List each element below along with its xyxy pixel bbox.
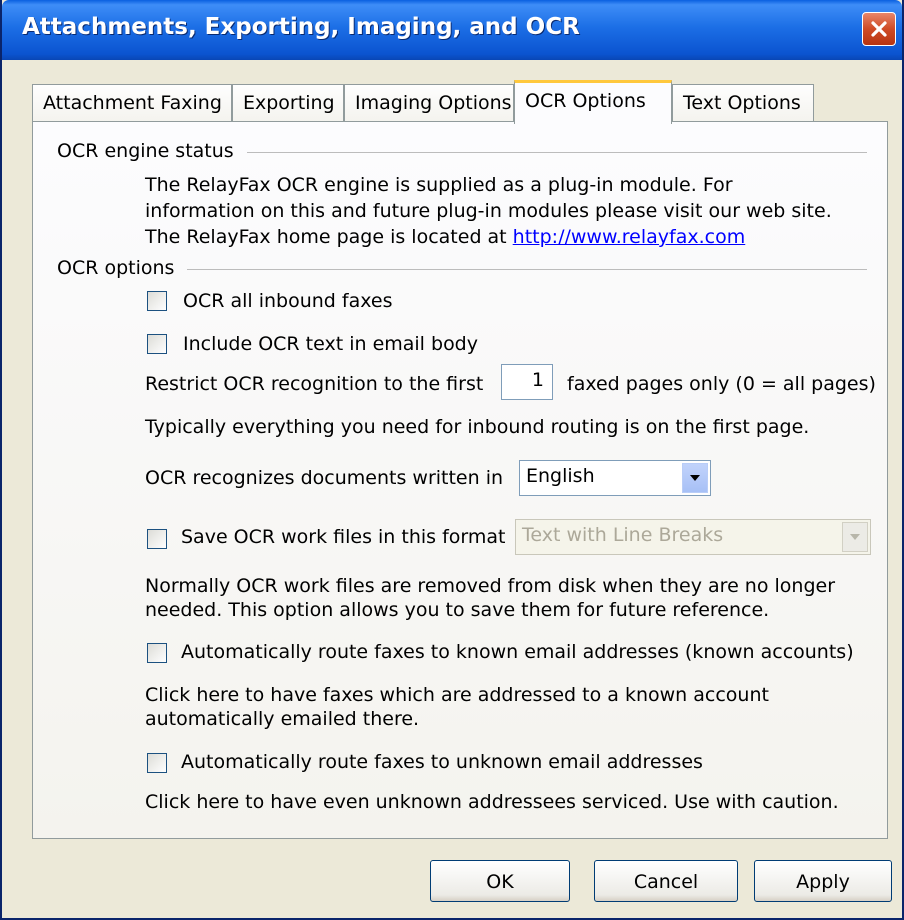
window-title: Attachments, Exporting, Imaging, and OCR [22, 14, 580, 40]
unknown-note: Click here to have even unknown addresse… [145, 791, 839, 813]
route-unknown-label[interactable]: Automatically route faxes to unknown ema… [181, 751, 703, 774]
route-known-label[interactable]: Automatically route faxes to known email… [181, 641, 854, 664]
save-format-value: Text with Line Breaks [522, 524, 724, 546]
restrict-ocr-prefix: Restrict OCR recognition to the first [145, 373, 484, 395]
home-page-link[interactable]: http://www.relayfax.com [513, 226, 746, 248]
known-note-line-2: automatically emailed there. [145, 708, 420, 730]
language-value: English [526, 465, 595, 487]
ocr-all-inbound-checkbox[interactable] [147, 291, 167, 311]
dialog-window: Attachments, Exporting, Imaging, and OCR… [0, 0, 904, 920]
cancel-button[interactable]: Cancel [594, 860, 738, 902]
tab-attachment-faxing[interactable]: Attachment Faxing [32, 84, 232, 122]
ocr-options-panel: OCR engine status The RelayFax OCR engin… [32, 121, 888, 839]
save-format-select: Text with Line Breaks [515, 519, 871, 555]
tab-strip: Attachment Faxing Exporting Imaging Opti… [32, 80, 882, 124]
restrict-ocr-note: Typically everything you need for inboun… [145, 416, 810, 438]
known-note-line-1: Click here to have faxes which are addre… [145, 684, 769, 706]
close-icon [871, 21, 887, 37]
save-note-line-2: needed. This option allows you to save t… [145, 599, 770, 621]
home-page-text: The RelayFax home page is located at [145, 226, 513, 248]
ocr-options-divider [187, 269, 867, 270]
chevron-down-icon[interactable] [682, 463, 708, 493]
apply-button[interactable]: Apply [754, 860, 892, 902]
language-label: OCR recognizes documents written in [145, 467, 504, 489]
tab-imaging-options[interactable]: Imaging Options [344, 84, 514, 122]
engine-status-line-3: The RelayFax home page is located at htt… [145, 226, 745, 249]
restrict-ocr-suffix: faxed pages only (0 = all pages) [567, 373, 876, 395]
title-bar[interactable]: Attachments, Exporting, Imaging, and OCR [2, 0, 902, 60]
route-known-checkbox[interactable] [147, 643, 167, 663]
save-ocr-work-files-label[interactable]: Save OCR work files in this format [181, 526, 506, 549]
include-ocr-text-label[interactable]: Include OCR text in email body [183, 333, 478, 356]
include-ocr-text-checkbox[interactable] [147, 334, 167, 354]
ok-button[interactable]: OK [430, 860, 570, 902]
save-note-line-1: Normally OCR work files are removed from… [145, 575, 836, 597]
save-ocr-work-files-checkbox[interactable] [147, 529, 167, 549]
restrict-pages-input[interactable]: 1 [501, 364, 553, 400]
ocr-options-group-label: OCR options [57, 257, 175, 279]
chevron-down-icon-disabled [842, 522, 868, 552]
tab-ocr-options[interactable]: OCR Options [514, 80, 672, 124]
tab-text-options[interactable]: Text Options [672, 84, 814, 122]
language-select[interactable]: English [519, 460, 711, 496]
engine-status-divider [247, 152, 867, 153]
tab-exporting[interactable]: Exporting [232, 84, 344, 122]
ocr-all-inbound-label[interactable]: OCR all inbound faxes [183, 290, 392, 313]
engine-status-line-1: The RelayFax OCR engine is supplied as a… [145, 174, 733, 196]
engine-status-line-2: information on this and future plug-in m… [145, 200, 832, 222]
engine-status-group-label: OCR engine status [57, 140, 234, 162]
close-button[interactable] [862, 12, 896, 46]
route-unknown-checkbox[interactable] [147, 753, 167, 773]
